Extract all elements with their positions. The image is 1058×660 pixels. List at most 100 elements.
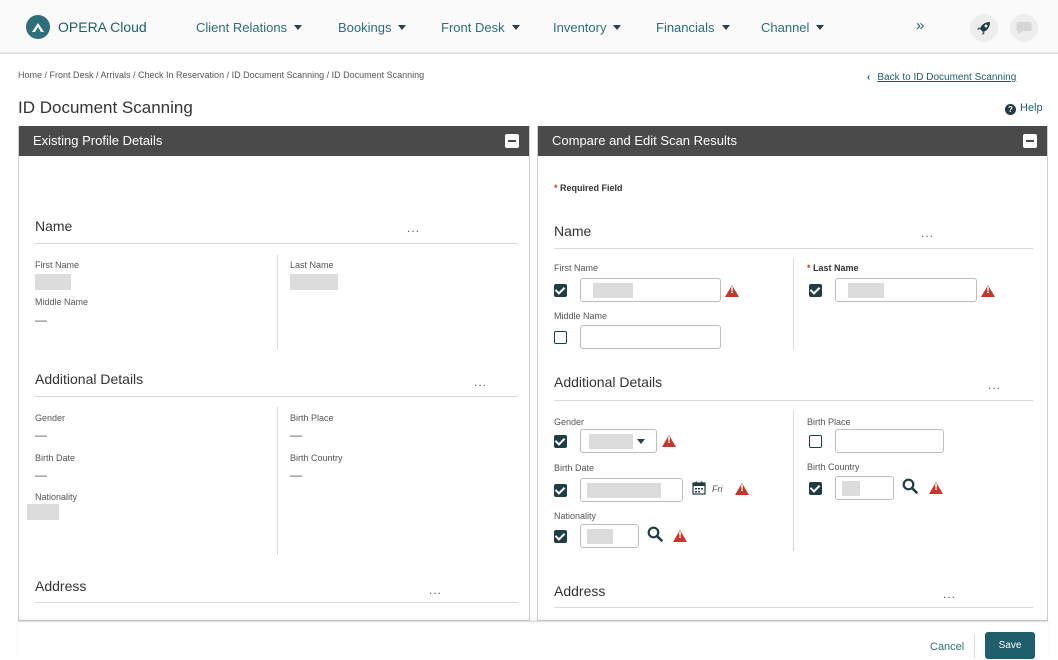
warning-icon [673, 530, 687, 542]
middle-name-label: Middle Name [35, 297, 89, 307]
nationality-input[interactable] [580, 524, 639, 548]
birth-place-label: Birth Place [290, 413, 334, 423]
additional-details-section-title: Additional Details [554, 374, 663, 390]
nav-front-desk[interactable]: Front Desk [441, 20, 520, 35]
birth-country-checkbox[interactable] [809, 482, 822, 495]
caret-down-icon [637, 439, 645, 444]
panel-header: Compare and Edit Scan Results [538, 126, 1047, 156]
rocket-icon[interactable] [970, 14, 998, 42]
breadcrumb[interactable]: Home / Front Desk / Arrivals / Check In … [18, 70, 424, 80]
nav-channel[interactable]: Channel [761, 20, 825, 35]
help-link[interactable]: ? Help [1005, 102, 1043, 115]
save-button[interactable]: Save [985, 632, 1035, 659]
name-section-title: Name [35, 218, 73, 234]
name-section-title: Name [554, 223, 592, 239]
calendar-icon[interactable] [692, 481, 706, 498]
collapse-icon[interactable] [505, 134, 519, 148]
last-name-value [848, 283, 884, 298]
divider [35, 243, 518, 244]
caret-down-icon [816, 25, 825, 30]
nav-more-button[interactable]: » [916, 17, 924, 34]
caret-down-icon [721, 25, 730, 30]
warning-icon [725, 285, 739, 297]
warning-icon [662, 435, 676, 447]
first-name-input[interactable] [580, 278, 721, 302]
panel-title: Existing Profile Details [33, 133, 163, 148]
birth-date-value [587, 483, 661, 498]
cancel-button[interactable]: Cancel [930, 641, 964, 653]
middle-name-checkbox[interactable] [554, 331, 567, 344]
warning-icon [929, 482, 943, 494]
birth-country-value: — [290, 468, 302, 482]
name-more-button[interactable]: ... [407, 221, 420, 235]
first-name-checkbox[interactable] [554, 284, 567, 297]
nav-bookings[interactable]: Bookings [338, 20, 407, 35]
gender-value: — [35, 428, 47, 442]
nationality-value [27, 504, 59, 520]
search-icon[interactable] [647, 526, 663, 542]
nav-financials[interactable]: Financials [656, 20, 730, 35]
divider [35, 602, 518, 603]
address-more-button[interactable]: ... [943, 587, 956, 601]
nav-client-relations[interactable]: Client Relations [196, 20, 303, 35]
warning-icon [735, 483, 749, 495]
name-more-button[interactable]: ... [921, 226, 934, 240]
birth-date-label: Birth Date [554, 463, 595, 473]
opera-cloud-logo-icon[interactable] [26, 15, 50, 39]
nav-inventory[interactable]: Inventory [553, 20, 622, 35]
divider [554, 400, 1033, 401]
last-name-checkbox[interactable] [809, 284, 822, 297]
birth-place-input[interactable] [835, 429, 944, 453]
nationality-checkbox[interactable] [554, 530, 567, 543]
birth-date-checkbox[interactable] [554, 484, 567, 497]
divider [554, 607, 1033, 608]
caret-down-icon [294, 25, 303, 30]
back-to-id-document-scanning-link[interactable]: ‹ Back to ID Document Scanning [867, 72, 1016, 83]
last-name-label-text: Last Name [813, 263, 859, 273]
search-icon[interactable] [902, 478, 918, 494]
existing-profile-panel: Existing Profile Details Name ... First … [18, 126, 530, 621]
birth-date-label: Birth Date [35, 453, 76, 463]
chat-icon[interactable] [1010, 14, 1038, 42]
birth-country-label: Birth Country [290, 453, 343, 463]
birth-country-input[interactable] [835, 476, 894, 500]
additional-details-section-title: Additional Details [35, 371, 144, 387]
address-more-button[interactable]: ... [429, 583, 442, 597]
additional-details-more-button[interactable]: ... [988, 378, 1001, 392]
column-divider [793, 258, 794, 350]
help-label: Help [1020, 102, 1043, 114]
column-divider [793, 410, 794, 551]
chevron-left-icon: ‹ [867, 72, 871, 83]
last-name-value [290, 274, 338, 290]
birth-date-value: — [35, 468, 47, 482]
birth-place-checkbox[interactable] [809, 435, 822, 448]
gender-select[interactable] [580, 429, 657, 453]
nationality-value [587, 529, 613, 544]
day-of-week: Fri [712, 484, 723, 494]
help-icon: ? [1005, 104, 1016, 115]
divider [35, 396, 518, 397]
last-name-input[interactable] [835, 278, 977, 302]
required-field-note: * Required Field [554, 183, 623, 193]
app-title[interactable]: OPERA Cloud [58, 19, 147, 35]
additional-details-more-button[interactable]: ... [474, 375, 487, 389]
middle-name-label: Middle Name [554, 311, 608, 321]
birth-date-input[interactable] [580, 478, 683, 502]
middle-name-value: — [35, 313, 47, 327]
panel-title: Compare and Edit Scan Results [552, 133, 737, 148]
nav-label: Front Desk [441, 20, 505, 35]
divider [554, 248, 1033, 249]
collapse-icon[interactable] [1023, 134, 1037, 148]
panel-header: Existing Profile Details [19, 126, 529, 156]
caret-down-icon [511, 25, 520, 30]
first-name-label: First Name [554, 263, 599, 273]
action-footer: Cancel Save [18, 621, 1048, 660]
nav-label: Channel [761, 20, 810, 35]
column-divider [277, 255, 278, 349]
middle-name-input[interactable] [580, 325, 721, 349]
nationality-label: Nationality [554, 511, 597, 521]
nav-label: Inventory [553, 20, 607, 35]
birth-country-value [842, 481, 860, 496]
nationality-label: Nationality [35, 492, 78, 502]
gender-checkbox[interactable] [554, 435, 567, 448]
